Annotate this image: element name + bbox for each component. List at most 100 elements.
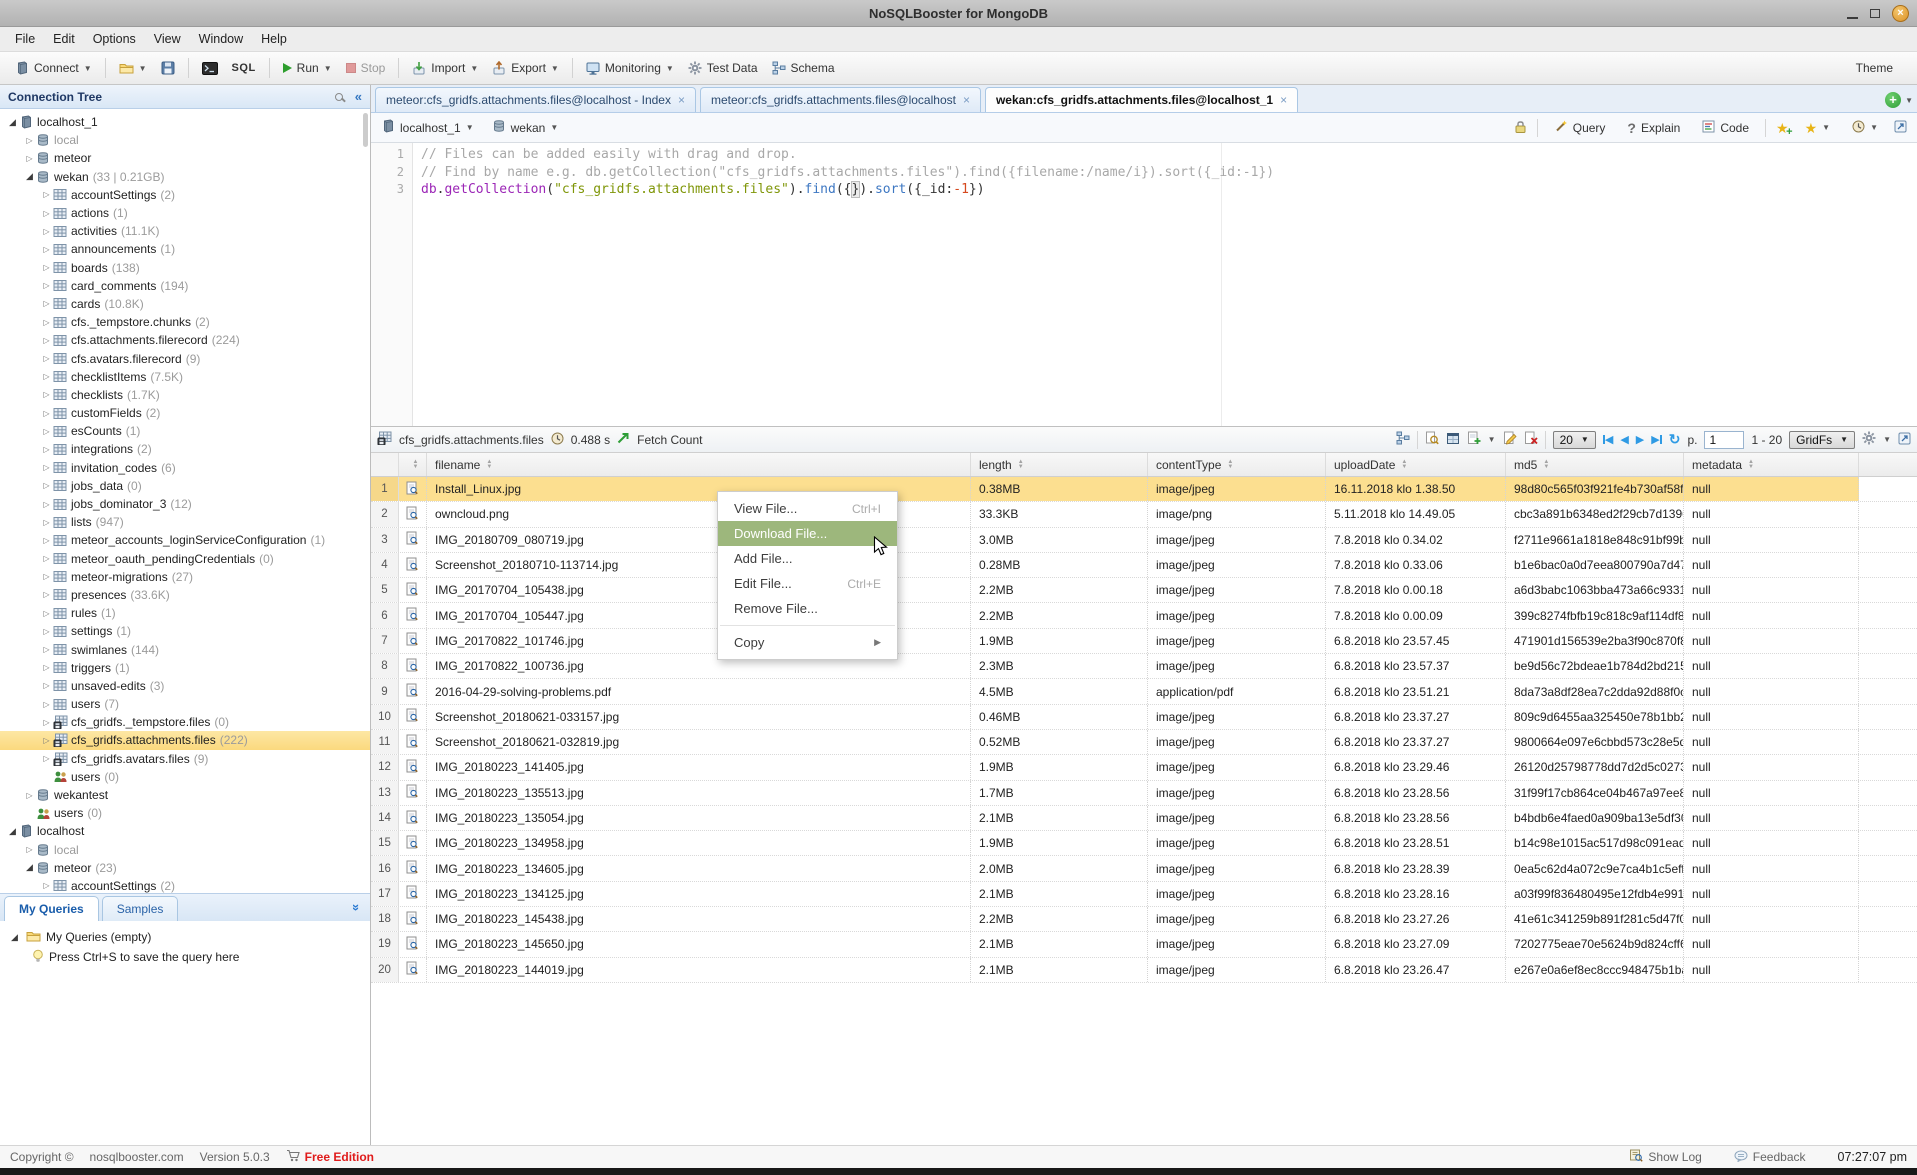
menu-file[interactable]: File bbox=[6, 29, 44, 49]
expand-arrow-icon[interactable]: ▷ bbox=[40, 245, 53, 254]
expand-arrow-icon[interactable]: ▷ bbox=[40, 354, 53, 363]
maximize-icon[interactable] bbox=[1870, 9, 1880, 18]
monitoring-button[interactable]: Monitoring▼ bbox=[579, 57, 681, 79]
tree-item-checklists[interactable]: ▷checklists(1.7K) bbox=[0, 386, 370, 404]
table-row[interactable]: 18IMG_20180223_145438.jpg2.2MBimage/jpeg… bbox=[371, 907, 1917, 932]
expand-arrow-icon[interactable]: ▷ bbox=[40, 681, 53, 690]
theme-button[interactable]: Theme bbox=[1856, 61, 1909, 75]
run-button[interactable]: Run▼ bbox=[276, 57, 339, 79]
tree-item-wekan[interactable]: ◢wekan(33 | 0.21GB) bbox=[0, 168, 370, 186]
expand-arrow-icon[interactable]: ▷ bbox=[40, 536, 53, 545]
stop-button[interactable]: Stop bbox=[339, 57, 393, 79]
tree-item-triggers[interactable]: ▷triggers(1) bbox=[0, 659, 370, 677]
history-button[interactable]: ▼ bbox=[1846, 117, 1884, 139]
tab-meteor-cfs-gridfs-attachments-files-localhost[interactable]: meteor:cfs_gridfs.attachments.files@loca… bbox=[700, 87, 981, 112]
column-header-metadata[interactable]: metadata bbox=[1684, 453, 1859, 476]
table-row[interactable]: 20IMG_20180223_144019.jpg2.1MBimage/jpeg… bbox=[371, 958, 1917, 983]
row-preview-button[interactable] bbox=[399, 679, 427, 703]
show-log-button[interactable]: Show Log bbox=[1629, 1149, 1701, 1165]
expand-arrow-icon[interactable]: ▷ bbox=[40, 627, 53, 636]
chevron-double-down-icon[interactable]: » bbox=[349, 904, 364, 911]
sql-button[interactable]: SQL bbox=[225, 58, 263, 78]
tree-item-meteor-accounts-loginserviceconfiguration[interactable]: ▷meteor_accounts_loginServiceConfigurati… bbox=[0, 531, 370, 549]
tree-item-localhost[interactable]: ◢localhost bbox=[0, 822, 370, 840]
table-row[interactable]: 92016-04-29-solving-problems.pdf4.5MBapp… bbox=[371, 679, 1917, 704]
column-header-contenttype[interactable]: contentType bbox=[1148, 453, 1326, 476]
refresh-icon[interactable]: ↻ bbox=[1669, 431, 1681, 448]
code-button[interactable]: Code bbox=[1696, 117, 1755, 139]
expand-arrow-icon[interactable]: ▷ bbox=[40, 500, 53, 509]
minimize-icon[interactable] bbox=[1847, 17, 1858, 19]
row-preview-button[interactable] bbox=[399, 578, 427, 602]
expand-arrow-icon[interactable]: ▷ bbox=[23, 136, 36, 145]
column-header-md5[interactable]: md5 bbox=[1506, 453, 1684, 476]
collapse-arrow-icon[interactable]: ◢ bbox=[6, 117, 19, 128]
search-icon[interactable] bbox=[335, 93, 343, 101]
row-preview-button[interactable] bbox=[399, 553, 427, 577]
expand-arrow-icon[interactable]: ▷ bbox=[40, 318, 53, 327]
my-queries-folder[interactable]: ◢ My Queries (empty) bbox=[8, 927, 362, 947]
edit-document-icon[interactable] bbox=[1503, 431, 1517, 448]
row-preview-button[interactable] bbox=[399, 958, 427, 982]
explain-button[interactable]: ? Explain bbox=[1621, 117, 1686, 139]
favorites-button[interactable]: ★▼ bbox=[1799, 118, 1836, 138]
table-row[interactable]: 4Screenshot_20180710-113714.jpg0.28MBima… bbox=[371, 553, 1917, 578]
expand-arrow-icon[interactable]: ▷ bbox=[40, 881, 53, 890]
table-row[interactable]: 7IMG_20170822_101746.jpg1.9MBimage/jpeg6… bbox=[371, 629, 1917, 654]
table-view-icon[interactable] bbox=[1446, 432, 1460, 448]
menu-window[interactable]: Window bbox=[190, 29, 252, 49]
expand-arrow-icon[interactable]: ▷ bbox=[40, 518, 53, 527]
expand-results-icon[interactable] bbox=[1898, 432, 1911, 448]
expand-arrow-icon[interactable]: ▷ bbox=[40, 409, 53, 418]
column-header-length[interactable]: length bbox=[971, 453, 1148, 476]
row-preview-button[interactable] bbox=[399, 755, 427, 779]
tree-item-card-comments[interactable]: ▷card_comments(194) bbox=[0, 277, 370, 295]
tree-item-checklistitems[interactable]: ▷checklistItems(7.5K) bbox=[0, 368, 370, 386]
table-row[interactable]: 3IMG_20180709_080719.jpg3.0MBimage/jpeg7… bbox=[371, 528, 1917, 553]
menu-view[interactable]: View bbox=[145, 29, 190, 49]
tree-item-actions[interactable]: ▷actions(1) bbox=[0, 204, 370, 222]
row-preview-button[interactable] bbox=[399, 730, 427, 754]
row-preview-button[interactable] bbox=[399, 907, 427, 931]
row-preview-button[interactable] bbox=[399, 705, 427, 729]
row-preview-button[interactable] bbox=[399, 882, 427, 906]
expand-arrow-icon[interactable]: ▷ bbox=[40, 663, 53, 672]
sidebar-tab-my-queries[interactable]: My Queries bbox=[4, 896, 99, 921]
query-builder-button[interactable]: Query bbox=[1548, 116, 1612, 139]
menu-help[interactable]: Help bbox=[252, 29, 296, 49]
menu-edit[interactable]: Edit bbox=[44, 29, 84, 49]
tree-item-users[interactable]: users(0) bbox=[0, 804, 370, 822]
tree-item-jobs-data[interactable]: ▷jobs_data(0) bbox=[0, 477, 370, 495]
tree-item-lists[interactable]: ▷lists(947) bbox=[0, 513, 370, 531]
schema-view-icon[interactable] bbox=[1396, 431, 1410, 448]
expand-arrow-icon[interactable]: ▷ bbox=[40, 700, 53, 709]
tree-item-integrations[interactable]: ▷integrations(2) bbox=[0, 440, 370, 458]
feedback-button[interactable]: Feedback bbox=[1734, 1150, 1806, 1165]
row-preview-button[interactable] bbox=[399, 806, 427, 830]
expand-arrow-icon[interactable]: ▷ bbox=[40, 190, 53, 199]
table-row[interactable]: 10Screenshot_20180621-033157.jpg0.46MBim… bbox=[371, 705, 1917, 730]
table-row[interactable]: 13IMG_20180223_135513.jpg1.7MBimage/jpeg… bbox=[371, 781, 1917, 806]
expand-arrow-icon[interactable]: ▷ bbox=[23, 154, 36, 163]
row-preview-button[interactable] bbox=[399, 831, 427, 855]
context-menu-item-download-file[interactable]: Download File... bbox=[718, 521, 897, 546]
first-page-button[interactable]: ◀ bbox=[1603, 433, 1613, 446]
page-size-select[interactable]: 20▼ bbox=[1553, 431, 1596, 449]
new-tab-button[interactable]: + ▼ bbox=[1885, 92, 1913, 112]
add-favorite-icon[interactable]: ★ bbox=[1776, 121, 1789, 135]
tree-item-cfs-gridfs-attachments-files[interactable]: ▷cfs_gridfs.attachments.files(222) bbox=[0, 731, 370, 749]
find-in-results-icon[interactable] bbox=[1425, 431, 1439, 448]
schema-button[interactable]: Schema bbox=[765, 57, 842, 79]
row-preview-button[interactable] bbox=[399, 477, 427, 501]
tab-close-icon[interactable]: × bbox=[1280, 93, 1287, 107]
table-row[interactable]: 17IMG_20180223_134125.jpg2.1MBimage/jpeg… bbox=[371, 882, 1917, 907]
tree-item-customfields[interactable]: ▷customFields(2) bbox=[0, 404, 370, 422]
table-row[interactable]: 15IMG_20180223_134958.jpg1.9MBimage/jpeg… bbox=[371, 831, 1917, 856]
expand-arrow-icon[interactable]: ▷ bbox=[40, 299, 53, 308]
collapse-arrow-icon[interactable]: ◢ bbox=[8, 932, 21, 943]
row-preview-button[interactable] bbox=[399, 502, 427, 526]
last-page-button[interactable]: ▶ bbox=[1651, 433, 1661, 446]
collapse-arrow-icon[interactable]: ◢ bbox=[23, 171, 36, 182]
expand-arrow-icon[interactable]: ▷ bbox=[40, 209, 53, 218]
table-row[interactable]: 6IMG_20170704_105447.jpg2.2MBimage/jpeg7… bbox=[371, 603, 1917, 628]
